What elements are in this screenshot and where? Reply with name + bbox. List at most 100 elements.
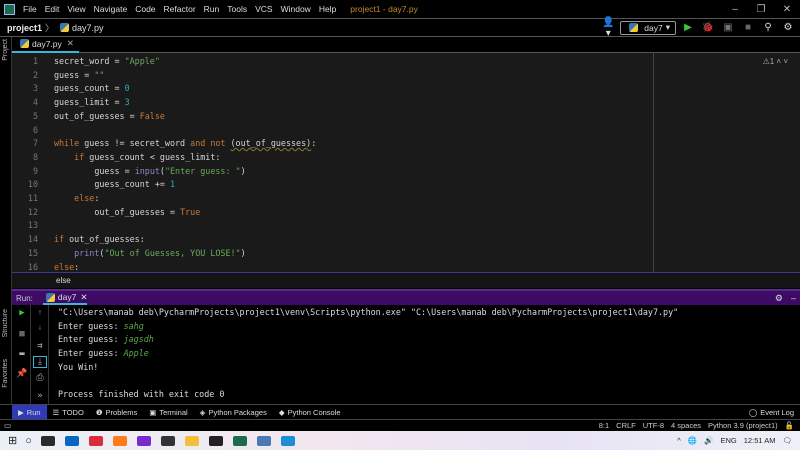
code-line: secret_word = "Apple" — [54, 56, 160, 66]
code-editor[interactable]: ⚠1 ˄ ˅ 1 secret_word = "Apple" 2 guess = ""… — [12, 53, 800, 272]
run-panel-header: Run: day7 ✕ ⚙ – — [12, 289, 800, 305]
debug-button[interactable]: 🐞 — [700, 22, 716, 33]
taskbar-app-icon[interactable] — [64, 435, 79, 446]
caret-position[interactable]: 8:1 — [599, 421, 609, 430]
tool-tab-terminal[interactable]: ▣ Terminal — [143, 405, 193, 420]
tray-chevron-icon[interactable]: ^ — [677, 436, 681, 445]
breadcrumb-else[interactable]: else — [56, 276, 71, 285]
menu-vcs[interactable]: VCS — [255, 4, 272, 14]
taskbar-app-icon[interactable] — [88, 435, 103, 446]
taskbar-app-icon[interactable] — [136, 435, 151, 446]
token: out_of_guesses: — [64, 234, 145, 245]
menu-refactor[interactable]: Refactor — [164, 4, 196, 14]
stop-button[interactable]: ■ — [740, 22, 756, 33]
language-indicator[interactable]: ENG — [721, 436, 737, 445]
token: Enter guess: — [58, 348, 124, 359]
clock[interactable]: 12:51 AM — [744, 436, 776, 445]
tool-tab-problems[interactable]: ❶ Problems — [90, 405, 143, 420]
restore-button[interactable]: ❐ — [748, 4, 774, 15]
menu-view[interactable]: View — [67, 4, 85, 14]
taskbar-app-icon[interactable] — [280, 435, 295, 446]
taskbar-app-icon[interactable] — [184, 435, 199, 446]
gear-icon[interactable]: ⚙ — [775, 293, 783, 304]
right-margin-guide — [653, 53, 654, 272]
volume-icon[interactable]: 🔊 — [704, 436, 713, 445]
code-line: out_of_guesses = True — [54, 207, 200, 217]
minimize-button[interactable]: – — [722, 4, 748, 15]
tool-tab-todo[interactable]: ☰ TODO — [47, 405, 90, 420]
scroll-to-end-icon[interactable]: ⤓ — [33, 356, 47, 368]
down-arrow-icon[interactable]: ↓ — [33, 323, 47, 333]
menu-code[interactable]: Code — [135, 4, 155, 14]
taskbar-app-icon[interactable] — [112, 435, 127, 446]
python-interpreter[interactable]: Python 3.9 (project1) — [708, 421, 778, 430]
file-encoding[interactable]: UTF-8 — [643, 421, 664, 430]
favorites-tool-tab[interactable]: Favorites — [2, 359, 9, 388]
breadcrumb-file[interactable]: day7.py — [72, 23, 104, 33]
taskbar-app-icon[interactable] — [256, 435, 271, 446]
menu-run[interactable]: Run — [204, 4, 220, 14]
taskbar-app-icon[interactable] — [208, 435, 223, 446]
line-separator[interactable]: CRLF — [616, 421, 636, 430]
token: You Win! — [58, 361, 99, 372]
notifications-icon[interactable]: 🗨 — [782, 436, 792, 445]
cortana-icon[interactable]: ○ — [25, 435, 32, 447]
tool-tab-python-packages[interactable]: ◈ Python Packages — [194, 405, 273, 420]
taskbar-app-icon[interactable] — [160, 435, 175, 446]
tab-day7-py[interactable]: day7.py ✕ — [12, 37, 79, 53]
line-number: 11 — [27, 193, 38, 203]
panel-toggle-icon[interactable]: ▭ — [4, 421, 11, 430]
close-run-tab-icon[interactable]: ✕ — [80, 292, 87, 303]
token: out_of_guesses = — [54, 206, 181, 217]
windows-start-icon[interactable]: ⊞ — [8, 434, 17, 447]
run-config-select[interactable]: day7 ▾ — [620, 20, 676, 35]
run-button[interactable]: ▶ — [680, 22, 696, 33]
code-line: if out_of_guesses: — [54, 234, 145, 244]
info-icon: ❶ — [95, 407, 103, 417]
menu-window[interactable]: Window — [281, 4, 311, 14]
breadcrumb-project[interactable]: project1 — [7, 23, 42, 33]
structure-tool-tab[interactable]: Structure — [2, 309, 9, 337]
run-console[interactable]: ▶ ■ ▬ 📌 ↑ ↓ ⇉ ⤓ ⎙ » "C:\Users\manab deb\… — [12, 305, 800, 404]
tool-tab-python-console[interactable]: ◆ Python Console — [273, 405, 347, 420]
run-tab-day7[interactable]: day7 ✕ — [42, 291, 88, 305]
tool-tab-run[interactable]: ▶ Run — [12, 404, 47, 420]
code-breadcrumb[interactable]: else — [12, 272, 800, 288]
line-number: 16 — [27, 261, 38, 272]
indent-setting[interactable]: 4 spaces — [671, 421, 701, 430]
menu-edit[interactable]: Edit — [45, 4, 60, 14]
python-icon — [629, 23, 639, 32]
pin-icon[interactable]: 📌 — [15, 369, 29, 379]
more-icon[interactable]: » — [33, 391, 47, 401]
project-tool-tab[interactable]: Project — [2, 39, 9, 61]
menu-navigate[interactable]: Navigate — [94, 4, 128, 14]
rerun-icon[interactable]: ▶ — [15, 308, 29, 318]
close-window-button[interactable]: ✕ — [774, 4, 800, 15]
layout-icon[interactable]: ▬ — [15, 349, 29, 359]
coverage-button[interactable]: ▣ — [720, 22, 736, 33]
menu-tools[interactable]: Tools — [227, 4, 247, 14]
left-tool-strip: Project Structure Favorites — [0, 37, 12, 404]
console-line: "C:\Users\manab deb\PycharmProjects\proj… — [58, 307, 678, 317]
token: Process finished with exit code 0 — [58, 389, 225, 400]
taskbar-app-icon[interactable] — [40, 435, 55, 446]
network-icon[interactable]: 🌐 — [688, 436, 697, 445]
menu-file[interactable]: File — [23, 4, 37, 14]
token: "Out of Guesses, YOU LOSE!" — [104, 247, 241, 258]
taskbar-app-icon[interactable] — [232, 435, 247, 446]
gear-icon[interactable]: ⚙ — [780, 22, 796, 33]
up-arrow-icon[interactable]: ↑ — [33, 308, 47, 318]
event-log-button[interactable]: ◯ Event Log — [743, 405, 800, 420]
lock-icon[interactable]: 🔓 — [785, 421, 794, 430]
title-bar: File Edit View Navigate Code Refactor Run Tools… — [0, 0, 800, 18]
search-icon[interactable]: ⚲ — [760, 22, 776, 33]
hide-panel-icon[interactable]: – — [791, 293, 796, 303]
stop-icon[interactable]: ■ — [15, 329, 29, 339]
user-icon[interactable]: 👤▾ — [600, 17, 616, 39]
token: guess_count = — [54, 83, 125, 94]
inspection-widget[interactable]: ⚠1 ˄ ˅ — [763, 57, 788, 66]
soft-wrap-icon[interactable]: ⇉ — [33, 341, 47, 351]
menu-help[interactable]: Help — [319, 4, 336, 14]
print-icon[interactable]: ⎙ — [33, 373, 47, 383]
close-tab-icon[interactable]: ✕ — [67, 38, 74, 49]
